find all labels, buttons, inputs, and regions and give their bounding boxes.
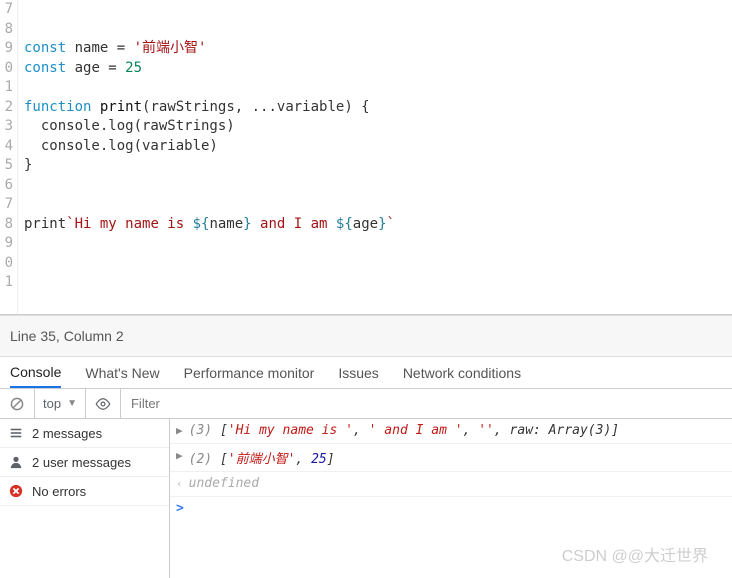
clear-icon[interactable] [8, 395, 26, 413]
console-entry[interactable]: ‹ undefined [170, 472, 732, 497]
expand-icon[interactable]: ▶ [176, 448, 183, 464]
code-line[interactable]: } [18, 156, 732, 176]
tab-performance-monitor[interactable]: Performance monitor [184, 359, 315, 387]
code-line[interactable] [18, 234, 732, 254]
tab-network-conditions[interactable]: Network conditions [403, 359, 521, 387]
tab-issues[interactable]: Issues [338, 359, 378, 387]
sidebar-item-label: 2 user messages [32, 455, 131, 470]
sidebar-item[interactable]: 2 messages [0, 419, 169, 448]
chevron-down-icon: ▼ [67, 398, 77, 409]
code-line[interactable] [18, 273, 732, 293]
sidebar-item[interactable]: 2 user messages [0, 448, 169, 477]
console-value: (2) ['前端小智', 25] [189, 448, 726, 467]
eye-icon[interactable] [94, 395, 112, 413]
eye-segment[interactable] [86, 389, 121, 418]
error-icon [8, 483, 24, 499]
line-number: 8 [0, 20, 13, 40]
code-line[interactable] [18, 195, 732, 215]
line-number: 9 [0, 39, 13, 59]
filter-segment [121, 389, 732, 418]
code-line[interactable]: console.log(variable) [18, 137, 732, 157]
sidebar-item[interactable]: No errors [0, 477, 169, 506]
code-line[interactable]: const name = '前端小智' [18, 39, 732, 59]
code-line[interactable] [18, 254, 732, 274]
expand-icon[interactable]: ▶ [176, 423, 183, 439]
context-selector[interactable]: top ▼ [35, 389, 86, 418]
code-line[interactable]: print`Hi my name is ${name} and I am ${a… [18, 215, 732, 235]
line-gutter: 789012345678901 [0, 0, 18, 314]
console-entry[interactable]: ▶ (3) ['Hi my name is ', ' and I am ', ''… [170, 419, 732, 444]
sidebar-item-label: 2 messages [32, 426, 102, 441]
line-number: 9 [0, 234, 13, 254]
code-line[interactable] [18, 0, 732, 20]
console-entry[interactable]: ▶ (2) ['前端小智', 25] [170, 444, 732, 472]
filter-input[interactable] [129, 395, 724, 412]
line-number: 5 [0, 156, 13, 176]
code-line[interactable]: function print(rawStrings, ...variable) … [18, 98, 732, 118]
console-value: (3) ['Hi my name is ', ' and I am ', '',… [189, 423, 726, 438]
tab-what-s-new[interactable]: What's New [85, 359, 159, 387]
console-toolbar: top ▼ [0, 389, 732, 419]
code-line[interactable] [18, 176, 732, 196]
code-line[interactable]: const age = 25 [18, 59, 732, 79]
cursor-position: Line 35, Column 2 [10, 328, 124, 344]
line-number: 3 [0, 117, 13, 137]
line-number: 2 [0, 98, 13, 118]
list-icon [8, 425, 24, 441]
console-prompt[interactable]: > [170, 497, 732, 520]
line-number: 1 [0, 78, 13, 98]
tab-console[interactable]: Console [10, 358, 61, 388]
console-output[interactable]: ▶ (3) ['Hi my name is ', ' and I am ', ''… [170, 419, 732, 578]
line-number: 7 [0, 195, 13, 215]
code-line[interactable]: console.log(rawStrings) [18, 117, 732, 137]
line-number: 6 [0, 176, 13, 196]
code-editor[interactable]: 789012345678901 const name = '前端小智'const… [0, 0, 732, 315]
context-label: top [43, 396, 61, 411]
line-number: 1 [0, 273, 13, 293]
console-main: 2 messages 2 user messages No errors ▶ (3) … [0, 419, 732, 578]
status-bar: Line 35, Column 2 [0, 315, 732, 357]
toolbar-left [0, 389, 35, 418]
return-icon: ‹ [176, 476, 183, 492]
line-number: 0 [0, 254, 13, 274]
code-line[interactable] [18, 20, 732, 40]
user-icon [8, 454, 24, 470]
console-return: undefined [189, 476, 726, 491]
console-sidebar: 2 messages 2 user messages No errors [0, 419, 170, 578]
code-line[interactable] [18, 78, 732, 98]
line-number: 8 [0, 215, 13, 235]
line-number: 0 [0, 59, 13, 79]
line-number: 7 [0, 0, 13, 20]
line-number: 4 [0, 137, 13, 157]
devtools-tabs: Console What's New Performance monitor Issu… [0, 357, 732, 389]
sidebar-item-label: No errors [32, 484, 86, 499]
code-area[interactable]: const name = '前端小智'const age = 25 functi… [18, 0, 732, 314]
